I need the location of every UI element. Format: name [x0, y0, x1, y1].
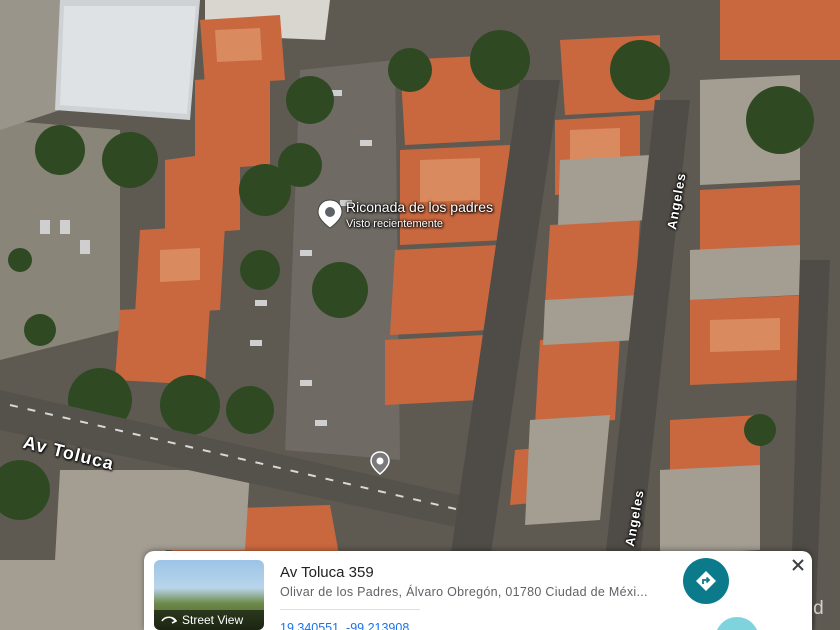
place-address: Olivar de los Padres, Álvaro Obregón, 01…	[280, 585, 648, 599]
place-subtitle-label: Visto recientemente	[346, 218, 444, 230]
streetview-label: Street View	[182, 613, 244, 627]
streetview-arrow-icon	[161, 616, 177, 624]
location-pin-icon[interactable]	[316, 199, 344, 229]
place-title: Av Toluca 359	[280, 564, 374, 581]
place-name-label[interactable]: Riconada de los padres	[346, 199, 493, 215]
map-marker-icon[interactable]	[369, 451, 391, 475]
satellite-map[interactable]	[0, 0, 840, 630]
place-coordinates[interactable]: 19.340551, -99.213908	[280, 621, 409, 630]
streetview-thumbnail[interactable]: Street View	[154, 560, 264, 630]
windows-activation-watermark: Activar Wind	[717, 598, 824, 619]
card-divider	[280, 609, 420, 610]
place-info-card[interactable]: Street View Av Toluca 359 Olivar de los …	[144, 551, 812, 630]
close-icon[interactable]	[788, 555, 808, 575]
directions-icon	[696, 571, 716, 591]
streetview-label-bar[interactable]: Street View	[154, 610, 264, 630]
